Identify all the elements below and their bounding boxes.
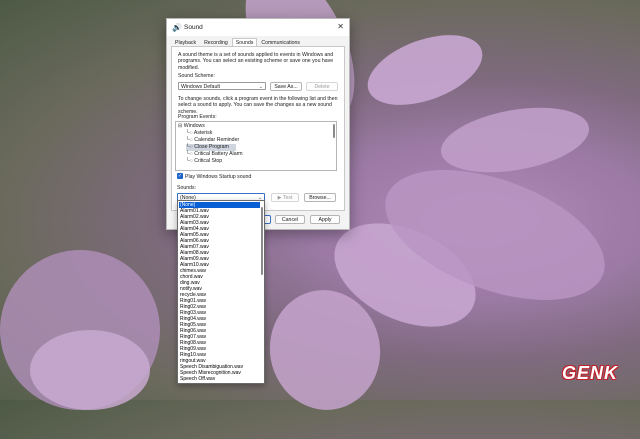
delete-button[interactable]: Delete [306,82,338,91]
play-icon: ▶ [277,195,282,201]
startup-checkbox[interactable]: ✓ [177,173,183,179]
startup-label: Play Windows Startup sound [185,174,252,180]
sound-file-icon: └◌ [186,158,195,164]
list-item[interactable]: └◌ Critical Battery Alarm [186,151,243,158]
program-events-list[interactable]: ⊟ Windows └◌ Asterisk └◌ Calendar Remind… [175,121,337,171]
genk-logo: GENK [561,363,618,383]
sound-dialog: 🔊 Sound ✕ Playback Recording Sounds Comm… [166,18,350,230]
sounds-dropdown-list[interactable]: (None) Alarm01.wav Alarm02.wav Alarm03.wav A… [177,200,265,384]
petal-shape [30,330,150,410]
cancel-button[interactable]: Cancel [275,215,305,224]
sound-file-icon: └◌ [186,144,195,150]
scheme-label: Sound Scheme: [178,73,215,79]
test-button[interactable]: ▶ Test [271,193,299,202]
sound-file-icon: └◌ [186,151,195,157]
list-item[interactable]: └◌ Asterisk [186,130,212,137]
close-icon[interactable]: ✕ [337,22,344,31]
speaker-icon: 🔊 [172,23,182,32]
scheme-select[interactable]: Windows Default ⌄ [178,82,266,90]
sound-file-icon: └◌ [186,137,195,143]
list-item[interactable]: └◌ Critical Stop [186,158,222,165]
list-item[interactable]: ⊟ Windows [178,123,205,130]
save-as-button[interactable]: Save As... [270,82,302,91]
program-events-label: Program Events: [178,114,217,120]
scrollbar[interactable] [261,207,263,275]
chevron-down-icon: ⌄ [258,84,263,90]
apply-button[interactable]: Apply [310,215,340,224]
list-item[interactable]: └◌ Calendar Reminder [186,137,239,144]
sounds-label: Sounds: [177,185,197,191]
title-bar: 🔊 Sound ✕ [167,19,349,36]
sound-file-icon: └◌ [186,130,194,136]
window-title: Sound [184,24,203,31]
list-item-selected[interactable]: └◌ Close Program [186,144,236,151]
intro-text: A sound theme is a set of sounds applied… [178,52,334,71]
instructions-text: To change sounds, click a program event … [178,96,338,115]
scrollbar[interactable] [333,124,335,138]
dropdown-option[interactable]: Speech Off.wav [179,376,260,382]
petal-shape [358,21,492,119]
scheme-value: Windows Default [181,84,220,90]
browse-button[interactable]: Browse... [304,193,336,202]
